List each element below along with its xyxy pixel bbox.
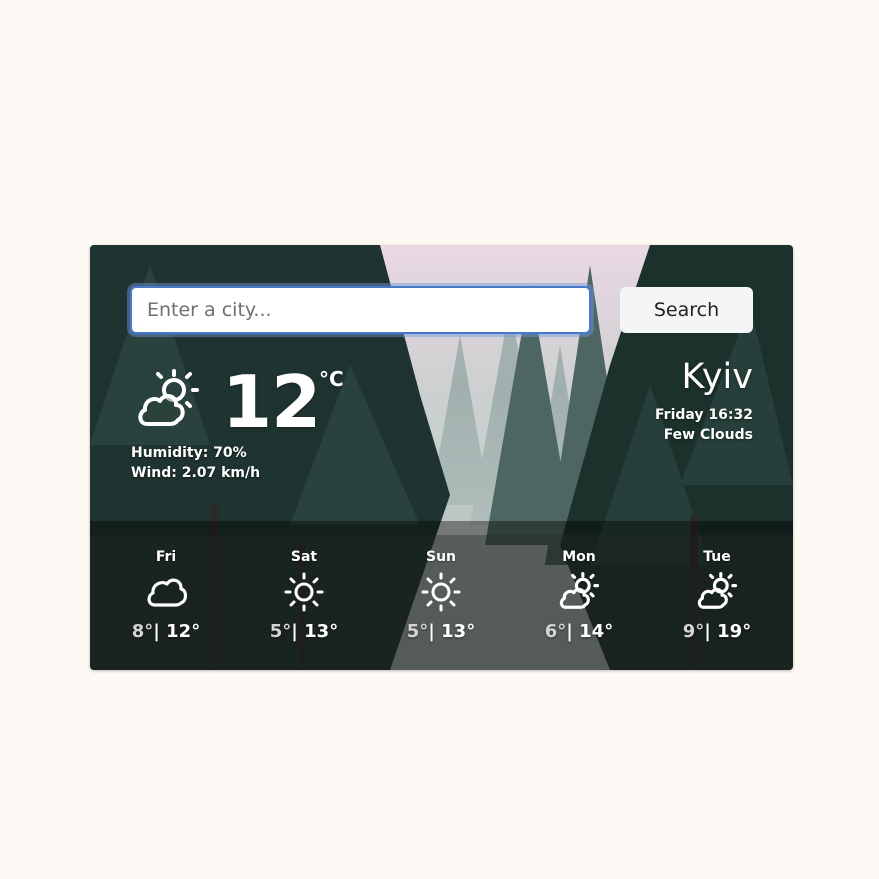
search-button[interactable]: Search	[620, 287, 753, 333]
sun-icon	[420, 571, 462, 613]
forecast-max-temp: 13°	[441, 621, 476, 642]
forecast-day: Tue 9°| 19°	[657, 521, 777, 670]
sun-behind-cloud-icon	[696, 571, 738, 613]
forecast-separator: |	[291, 621, 298, 642]
current-temperature: 12	[222, 360, 321, 444]
forecast-day: Sat 5°| 13°	[244, 521, 364, 670]
forecast-day-name: Tue	[703, 549, 731, 565]
cloud-icon	[145, 571, 188, 613]
forecast-day-name: Fri	[155, 549, 177, 565]
forecast-day-name: Sat	[290, 549, 318, 565]
sun-behind-cloud-icon	[135, 368, 201, 432]
forecast-max-temp: 19°	[717, 621, 752, 642]
forecast-separator: |	[153, 621, 160, 642]
forecast-day-name: Sun	[425, 549, 457, 565]
forecast-day: Mon 6°| 14°	[519, 521, 639, 670]
forecast-max-temp: 14°	[579, 621, 614, 642]
wind-text: Wind: 2.07 km/h	[131, 465, 261, 481]
weather-description: Few Clouds	[663, 427, 753, 443]
city-name: Kyiv	[681, 357, 753, 397]
forecast-min-temp: 5°	[406, 621, 429, 642]
forecast-day: Sun 5°| 13°	[381, 521, 501, 670]
forecast-day-name: Mon	[562, 549, 596, 565]
forecast-panel: Fri 8°| 12° Sat 5°| 13° Sun 5°| 13° Mon …	[90, 521, 793, 670]
forecast-max-temp: 13°	[304, 621, 339, 642]
date-time: Friday 16:32	[655, 407, 753, 423]
forecast-min-temp: 6°	[544, 621, 567, 642]
forecast-separator: |	[428, 621, 435, 642]
humidity-text: Humidity: 70%	[131, 445, 247, 461]
sun-behind-cloud-icon	[558, 571, 600, 613]
sun-icon	[283, 571, 325, 613]
city-search-input[interactable]	[130, 286, 591, 334]
forecast-separator: |	[566, 621, 573, 642]
forecast-max-temp: 12°	[166, 621, 201, 642]
forecast-separator: |	[704, 621, 711, 642]
temperature-unit: °C	[319, 367, 344, 391]
forecast-min-temp: 8°	[131, 621, 154, 642]
forecast-day: Fri 8°| 12°	[106, 521, 226, 670]
forecast-min-temp: 9°	[682, 621, 705, 642]
weather-card: Search 12 °C Humidity: 70% Wind: 2.07 km…	[90, 245, 793, 670]
forecast-min-temp: 5°	[269, 621, 292, 642]
